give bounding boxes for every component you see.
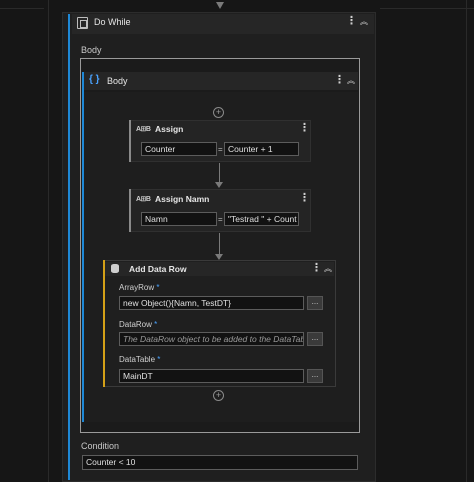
flow-connector [219, 233, 220, 254]
top-divider-left [0, 8, 44, 9]
assign-equals: = [218, 145, 223, 154]
do-while-menu-icon[interactable]: ⋮ [346, 16, 357, 27]
do-while-title: Do While [94, 17, 131, 27]
array-row-browse-button[interactable]: ... [307, 296, 323, 310]
canvas-right-line [466, 0, 467, 482]
data-table-browse-button[interactable]: ... [307, 369, 323, 383]
add-activity-plus-icon[interactable]: + [213, 390, 224, 401]
do-while-icon [77, 17, 88, 29]
array-row-input[interactable]: new Object(){Namn, TestDT} [119, 296, 304, 310]
assign-title: Assign [155, 124, 184, 134]
assign-namn-accent [129, 189, 131, 232]
do-while-accent [68, 14, 70, 480]
add-data-row-collapse-icon[interactable]: ︽ [323, 265, 333, 276]
assign-namn-title: Assign Namn [155, 194, 210, 204]
condition-input[interactable]: Counter < 10 [82, 455, 358, 470]
assign-menu-icon[interactable]: ⋮ [299, 123, 310, 134]
assign-namn-equals: = [218, 215, 223, 224]
assign-to-field[interactable]: Counter [141, 142, 217, 156]
assign-namn-value-field[interactable]: "Testrad " + Count [224, 212, 299, 226]
body-menu-icon[interactable]: ⋮ [334, 75, 345, 86]
body-accent [82, 72, 84, 422]
do-while-collapse-icon[interactable]: ︽ [359, 18, 369, 29]
assign-accent [129, 120, 131, 162]
add-data-row-accent [103, 260, 105, 387]
data-table-input[interactable]: MainDT [119, 369, 304, 383]
array-row-label: ArrayRow * [119, 283, 160, 292]
add-data-row-title: Add Data Row [129, 264, 187, 274]
assign-value-field[interactable]: Counter + 1 [224, 142, 299, 156]
flow-arrow-icon [215, 182, 223, 188]
canvas-left-line [48, 0, 49, 482]
assign-namn-icon: A⊞B [136, 196, 151, 203]
assign-icon: A⊞B [136, 126, 151, 133]
condition-label: Condition [81, 441, 120, 451]
data-row-label: DataRow * [119, 320, 158, 329]
assign-namn-to-field[interactable]: Namn [141, 212, 217, 226]
assign-namn-menu-icon[interactable]: ⋮ [299, 193, 310, 204]
add-data-row-menu-icon[interactable]: ⋮ [311, 263, 322, 274]
body-collapse-icon[interactable]: ︽ [346, 77, 356, 88]
body-sequence-title: Body [107, 76, 128, 86]
data-table-label: DataTable * [119, 355, 161, 364]
data-row-input[interactable]: The DataRow object to be added to the Da… [119, 332, 304, 346]
sequence-icon: { } [89, 74, 100, 85]
add-activity-plus-icon[interactable]: + [213, 107, 224, 118]
data-row-browse-button[interactable]: ... [307, 332, 323, 346]
incoming-arrow-icon [216, 2, 224, 9]
do-while-body-label: Body [81, 45, 102, 55]
flow-connector [219, 163, 220, 182]
top-divider-right [380, 8, 474, 9]
database-icon [111, 264, 119, 273]
